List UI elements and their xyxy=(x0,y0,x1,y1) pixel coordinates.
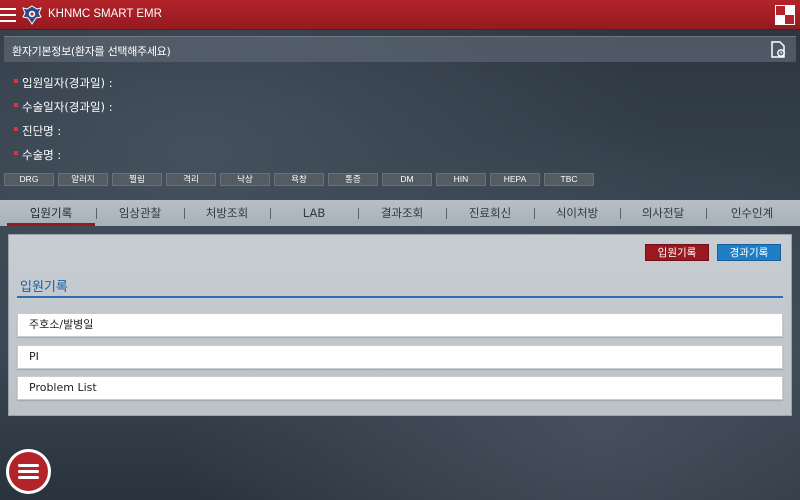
patient-info-label: 환자기본정보(환자를 선택해주세요) xyxy=(12,45,171,58)
tab-clinical-observation[interactable]: 임상관찰 xyxy=(97,200,183,226)
tag-fall: 낙상 xyxy=(220,173,270,186)
tag-needle-stick: 찔림 xyxy=(112,173,162,186)
floating-menu-button[interactable] xyxy=(6,449,51,494)
tab-lab[interactable]: LAB xyxy=(271,200,357,226)
menu-lines-icon xyxy=(9,452,48,491)
panel-title-underline xyxy=(17,296,783,298)
tag-drg: DRG xyxy=(4,173,54,186)
tag-pain: 통증 xyxy=(328,173,378,186)
bullet-dot xyxy=(14,78,18,83)
grid-view-icon[interactable] xyxy=(775,5,795,25)
surgery-date-label: 수술일자(경과일) : xyxy=(22,100,113,114)
patient-info-bar[interactable]: 환자기본정보(환자를 선택해주세요) xyxy=(4,36,796,62)
tab-doctor-message[interactable]: 의사전달 xyxy=(621,200,705,226)
admission-record-button[interactable]: 입원기록 xyxy=(645,244,709,261)
app-title: KHNMC SMART EMR xyxy=(48,8,162,20)
list-item-problem-list[interactable]: Problem List xyxy=(17,376,783,400)
surgery-date-row: 수술일자(경과일) : xyxy=(14,99,113,115)
tag-hepa: HEPA xyxy=(490,173,540,186)
bullet-dot xyxy=(14,126,18,131)
tag-allergy: 알러지 xyxy=(58,173,108,186)
list-item-chief-complaint[interactable]: 주호소/발병일 xyxy=(17,313,783,337)
tag-hin: HIN xyxy=(436,173,486,186)
progress-record-button[interactable]: 경과기록 xyxy=(717,244,781,261)
tab-order-inquiry[interactable]: 처방조회 xyxy=(185,200,269,226)
patient-document-icon[interactable] xyxy=(770,41,788,59)
bullet-dot xyxy=(14,102,18,107)
admission-record-panel: 입원기록 경과기록 입원기록 주호소/발병일 PI Problem List xyxy=(8,234,792,416)
tag-isolation: 격리 xyxy=(166,173,216,186)
main-tab-bar: 입원기록 임상관찰 처방조회 LAB 결과조회 진료회신 식이처방 의사전달 인… xyxy=(0,200,800,226)
top-app-bar: KHNMC SMART EMR xyxy=(0,0,800,30)
tab-diet-order[interactable]: 식이처방 xyxy=(535,200,619,226)
admission-date-row: 입원일자(경과일) : xyxy=(14,75,113,91)
list-item-pi[interactable]: PI xyxy=(17,345,783,369)
admission-date-label: 입원일자(경과일) : xyxy=(22,76,113,90)
surgery-name-row: 수술명 : xyxy=(14,147,61,163)
panel-title: 입원기록 xyxy=(20,280,68,295)
tab-handover[interactable]: 인수인계 xyxy=(707,200,797,226)
tab-admission-record[interactable]: 입원기록 xyxy=(7,200,95,226)
tag-dm: DM xyxy=(382,173,432,186)
tab-consult-reply[interactable]: 진료회신 xyxy=(447,200,533,226)
diagnosis-label: 진단명 : xyxy=(22,124,62,138)
hamburger-menu-icon[interactable] xyxy=(0,8,16,22)
diagnosis-row: 진단명 : xyxy=(14,123,61,139)
tab-result-inquiry[interactable]: 결과조회 xyxy=(359,200,445,226)
hospital-logo-icon xyxy=(22,5,42,25)
surgery-name-label: 수술명 : xyxy=(22,148,62,162)
tag-tbc: TBC xyxy=(544,173,594,186)
tag-pressure-ulcer: 욕창 xyxy=(274,173,324,186)
bullet-dot xyxy=(14,150,18,155)
